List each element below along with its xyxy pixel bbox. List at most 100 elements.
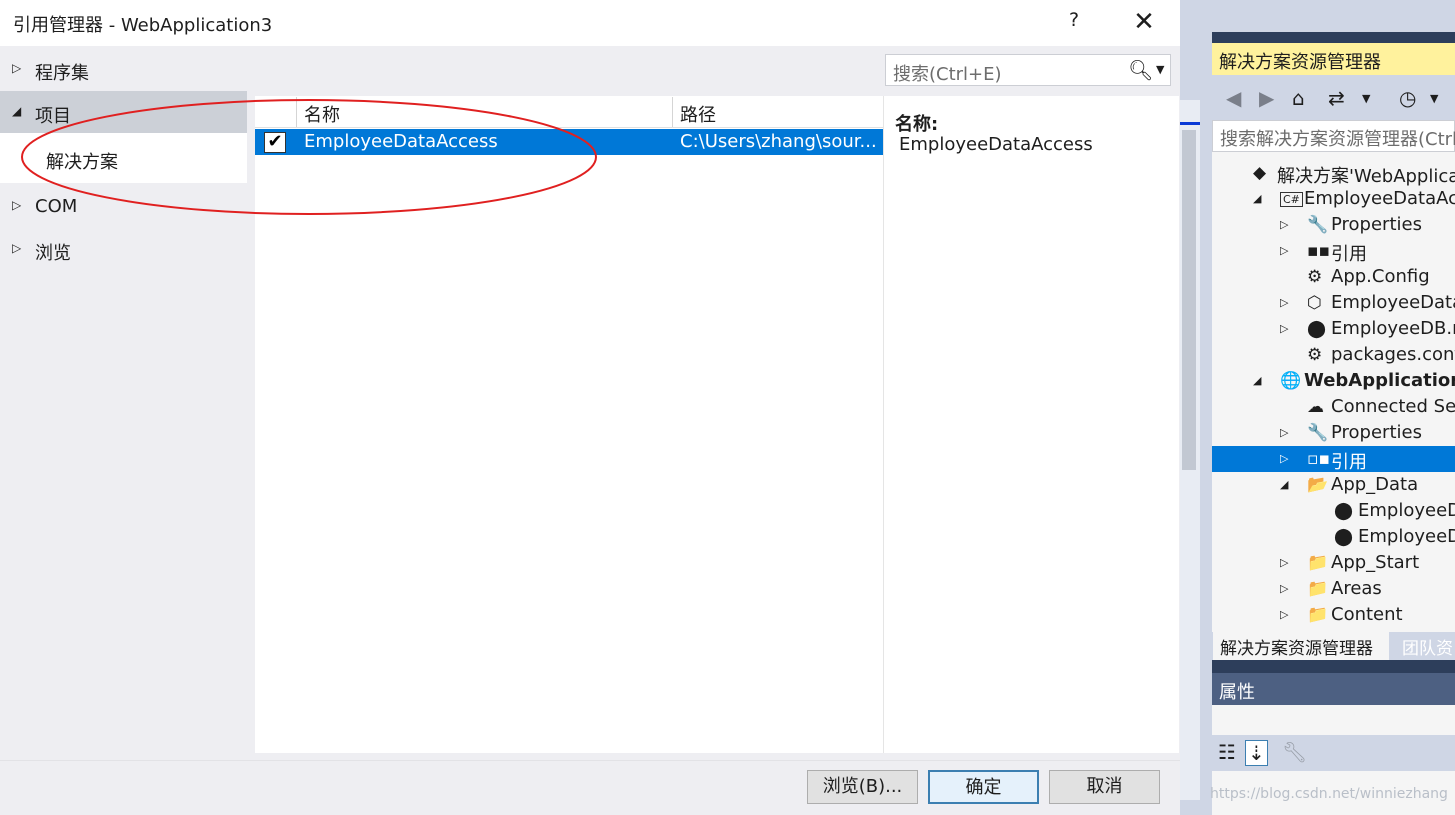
tree-item-icon: 🔧 — [1307, 423, 1329, 443]
tree-item-label: Connected Servi — [1331, 396, 1455, 417]
tree-expander-icon[interactable]: ▷ — [1280, 296, 1288, 309]
tree-item-icon: 📁 — [1307, 553, 1329, 573]
tree-item-icon: 🌐 — [1280, 371, 1302, 391]
tree-item-icon: 📁 — [1307, 605, 1329, 625]
chevron-down-icon[interactable]: ▼ — [1430, 92, 1438, 105]
nav-projects[interactable]: ◢ 项目 — [0, 91, 247, 133]
tree-item-label: 解决方案'WebApplicati — [1277, 166, 1455, 187]
tree-item-label: Properties — [1331, 422, 1422, 443]
nav-label: COM — [35, 196, 78, 217]
browse-button[interactable]: 浏览(B)... — [807, 770, 918, 804]
editor-scrollbar-thumb[interactable] — [1182, 130, 1196, 470]
tree-item-icon: ▫▪ — [1307, 449, 1331, 469]
column-divider[interactable] — [296, 97, 297, 127]
tree-item-icon: C# — [1280, 192, 1303, 207]
categorized-icon[interactable]: ☷ — [1218, 740, 1236, 764]
tree-item-label: Areas — [1331, 578, 1382, 599]
tree-expander-icon[interactable]: ▷ — [1280, 582, 1288, 595]
tree-item-label: App.Config — [1331, 266, 1430, 287]
tree-item-label: WebApplication3 — [1304, 370, 1455, 391]
tree-item-label: packages.config — [1331, 344, 1455, 365]
tree-expander-icon[interactable]: ▷ — [1280, 218, 1288, 231]
tree-expander-icon[interactable]: ▷ — [1280, 426, 1288, 439]
tree-item-icon: ◆ — [1253, 163, 1267, 183]
tree-item-label: 引用 — [1331, 452, 1367, 473]
ok-button[interactable]: 确定 — [928, 770, 1039, 804]
tree-expander-icon[interactable]: ▷ — [1280, 244, 1288, 257]
home-icon[interactable]: ⌂ — [1292, 86, 1305, 110]
tree-item-label: EmployeeDataM — [1331, 292, 1455, 313]
list-header — [255, 96, 883, 128]
tree-item-icon: ☁ — [1307, 397, 1324, 417]
dialog-title: 引用管理器 - WebApplication3 — [13, 15, 273, 36]
tree-expander-icon[interactable]: ▷ — [1280, 608, 1288, 621]
collapse-arrow-icon: ◢ — [12, 104, 22, 118]
tree-expander-icon[interactable]: ▷ — [1280, 556, 1288, 569]
properties-title: 属性 — [1219, 682, 1255, 703]
tree-item-icon: ⚙ — [1307, 345, 1323, 365]
search-icon[interactable]: 🔍︎ — [1128, 58, 1153, 82]
tree-item-icon: ⚙ — [1307, 267, 1323, 287]
tree-item-icon: ⬤ — [1334, 501, 1354, 521]
close-button[interactable]: ✕ — [1128, 7, 1160, 39]
chevron-down-icon[interactable]: ▼ — [1362, 92, 1370, 105]
tree-item-icon: 📂 — [1307, 475, 1329, 495]
detail-panel — [883, 96, 1179, 753]
tree-item-label: 引用 — [1331, 244, 1367, 265]
tree-item-icon: ▪▪ — [1307, 241, 1331, 261]
tree-item-label: Content — [1331, 604, 1403, 625]
switch-views-icon[interactable]: ⇄ — [1328, 86, 1345, 110]
history-icon[interactable]: ◷ — [1399, 86, 1416, 110]
tree-expander-icon[interactable]: ▷ — [1280, 322, 1288, 335]
tree-item-label: EmployeeDB_ — [1358, 526, 1455, 547]
nav-browse[interactable]: ▷ 浏览 — [0, 228, 247, 270]
tree-item-icon: 🔧 — [1307, 215, 1329, 235]
tree-item-label: EmployeeDB.mc — [1331, 318, 1455, 339]
nav-com[interactable]: ▷ COM — [0, 185, 247, 227]
detail-value: EmployeeDataAccess — [899, 134, 1093, 155]
back-icon[interactable]: ◀ — [1226, 86, 1241, 110]
nav-label: 项目 — [35, 106, 71, 127]
column-header-path[interactable]: 路径 — [680, 101, 716, 127]
tree-item-label: Properties — [1331, 214, 1422, 235]
tree-item-label: App_Data — [1331, 474, 1419, 495]
nav-label: 浏览 — [35, 243, 71, 264]
wrench-icon[interactable]: 🔧︎ — [1282, 740, 1307, 764]
tree-expander-icon[interactable]: ◢ — [1253, 192, 1261, 205]
solution-search-placeholder: 搜索解决方案资源管理器(Ctrl — [1220, 129, 1455, 150]
tree-item-icon: ⬤ — [1334, 527, 1354, 547]
editor-caret-marker — [1180, 122, 1200, 125]
tree-item-icon: ⬤ — [1307, 319, 1327, 339]
reference-list — [255, 96, 883, 753]
forward-icon[interactable]: ▶ — [1259, 86, 1274, 110]
tree-item-label: App_Start — [1331, 552, 1420, 573]
help-button[interactable]: ? — [1062, 9, 1086, 37]
reference-checkbox[interactable]: ✔ — [264, 132, 286, 153]
nav-solution-label: 解决方案 — [46, 152, 118, 173]
nav-label: 程序集 — [35, 63, 89, 84]
nav-assemblies[interactable]: ▷ 程序集 — [0, 48, 247, 90]
detail-label: 名称: — [895, 114, 939, 135]
column-divider[interactable] — [672, 97, 673, 127]
expand-arrow-icon: ▷ — [12, 241, 22, 255]
nav-solution[interactable] — [0, 133, 247, 183]
expand-arrow-icon: ▷ — [12, 61, 22, 75]
tree-expander-icon[interactable]: ◢ — [1280, 478, 1288, 491]
vs-title-strip — [1180, 0, 1455, 32]
sort-alpha-icon[interactable]: ⇣ — [1245, 740, 1268, 766]
tree-item-icon: 📁 — [1307, 579, 1329, 599]
chevron-down-icon[interactable]: ▼ — [1156, 63, 1164, 76]
row-path: C:\Users\zhang\sour... — [680, 131, 877, 152]
tree-expander-icon[interactable]: ▷ — [1280, 452, 1288, 465]
search-placeholder: 搜索(Ctrl+E) — [893, 64, 1002, 85]
column-header-name[interactable]: 名称 — [304, 101, 340, 127]
tab-label: 解决方案资源管理器 — [1220, 639, 1373, 659]
watermark-text: https://blog.csdn.net/winniezhang — [1210, 786, 1448, 802]
tree-expander-icon[interactable]: ◢ — [1253, 374, 1261, 387]
tree-item-label: EmployeeDB. — [1358, 500, 1455, 521]
tab-team-explorer[interactable]: 团队资 — [1402, 634, 1453, 659]
row-name: EmployeeDataAccess — [304, 131, 498, 152]
cancel-button[interactable]: 取消 — [1049, 770, 1160, 804]
tree-item-icon: ⬡ — [1307, 293, 1322, 313]
expand-arrow-icon: ▷ — [12, 198, 22, 212]
